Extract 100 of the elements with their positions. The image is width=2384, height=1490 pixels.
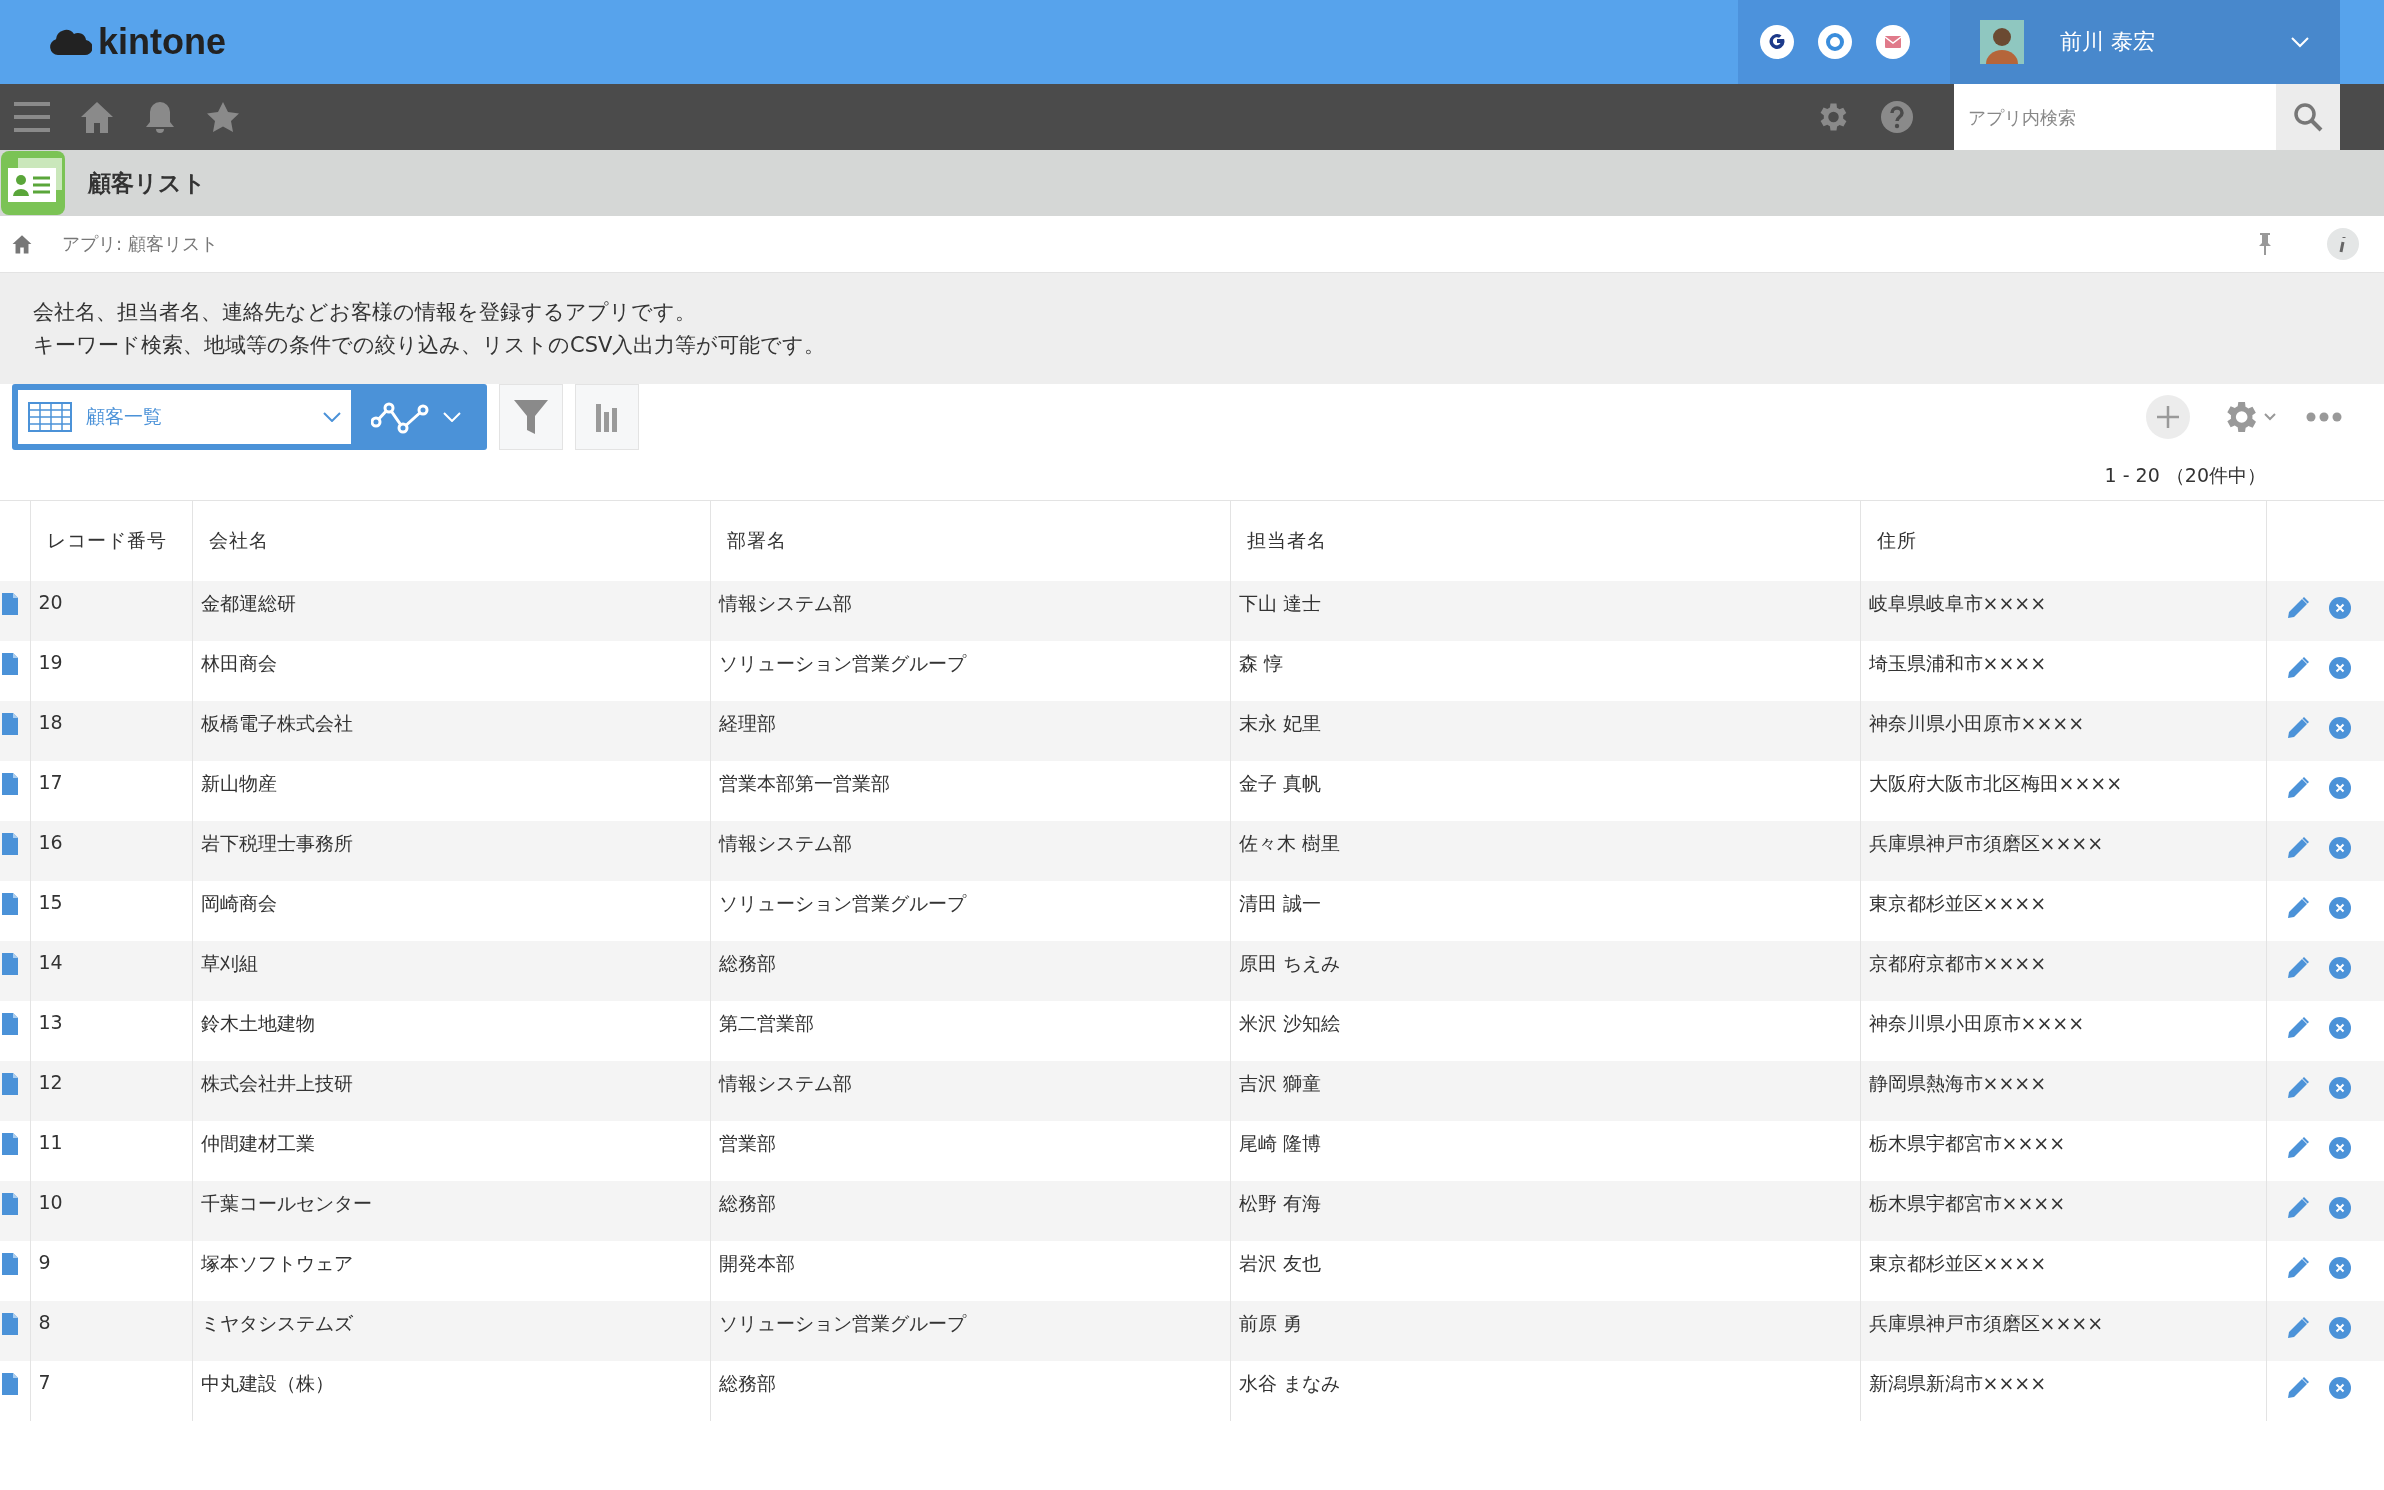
edit-button[interactable] <box>2286 717 2309 739</box>
edit-button[interactable] <box>2286 1077 2309 1099</box>
edit-button[interactable] <box>2286 657 2309 679</box>
pencil-icon <box>2286 717 2309 739</box>
column-header[interactable]: 会社名 <box>208 529 269 551</box>
edit-button[interactable] <box>2286 837 2309 859</box>
document-icon[interactable] <box>2 893 18 915</box>
bell-icon[interactable] <box>144 100 176 134</box>
delete-button[interactable] <box>2328 837 2351 859</box>
delete-button[interactable] <box>2328 1197 2351 1219</box>
pencil-icon <box>2286 1317 2309 1339</box>
document-icon[interactable] <box>2 653 18 675</box>
edit-button[interactable] <box>2286 777 2309 799</box>
document-icon[interactable] <box>2 1133 18 1155</box>
edit-button[interactable] <box>2286 897 2309 919</box>
user-menu[interactable]: 前川 泰宏 <box>1950 0 2340 84</box>
column-header[interactable]: 担当者名 <box>1246 529 1327 551</box>
delete-button[interactable] <box>2328 1317 2351 1339</box>
table-cell: ソリューション営業グループ <box>718 652 966 674</box>
close-icon <box>2328 1257 2351 1279</box>
column-header[interactable]: 部署名 <box>726 529 787 551</box>
edit-button[interactable] <box>2286 1257 2309 1279</box>
breadcrumb-link[interactable]: アプリ: 顧客リスト <box>62 232 2258 256</box>
info-icon[interactable] <box>2326 227 2360 261</box>
document-icon[interactable] <box>2 953 18 975</box>
delete-button[interactable] <box>2328 1077 2351 1099</box>
table-cell: 末永 妃里 <box>1238 712 1321 734</box>
document-icon[interactable] <box>2 713 18 735</box>
star-icon[interactable] <box>206 101 240 133</box>
close-icon <box>2328 717 2351 739</box>
delete-button[interactable] <box>2328 1377 2351 1399</box>
pencil-icon <box>2286 837 2309 859</box>
delete-button[interactable] <box>2328 1137 2351 1159</box>
edit-button[interactable] <box>2286 1377 2309 1399</box>
table-cell: 営業本部第一営業部 <box>718 772 890 794</box>
home-icon[interactable] <box>80 101 114 133</box>
table-cell: 情報システム部 <box>718 832 852 854</box>
document-icon[interactable] <box>2 1313 18 1335</box>
home-icon[interactable] <box>12 234 32 254</box>
table-cell: 第二営業部 <box>718 1012 814 1034</box>
table-cell: 米沢 沙知絵 <box>1238 1012 1340 1034</box>
table-cell: 吉沢 獅童 <box>1238 1072 1321 1094</box>
table-cell: 16 <box>38 831 63 853</box>
delete-button[interactable] <box>2328 897 2351 919</box>
edit-button[interactable] <box>2286 597 2309 619</box>
document-icon[interactable] <box>2 593 18 615</box>
filter-button[interactable] <box>499 384 563 450</box>
delete-button[interactable] <box>2328 657 2351 679</box>
table-icon <box>28 402 72 432</box>
close-icon <box>2328 1137 2351 1159</box>
document-icon[interactable] <box>2 773 18 795</box>
document-icon[interactable] <box>2 1253 18 1275</box>
document-icon[interactable] <box>2 833 18 855</box>
table-cell: 清田 誠一 <box>1238 892 1321 914</box>
g-icon[interactable] <box>1760 25 1794 59</box>
table-cell: 営業部 <box>718 1132 776 1154</box>
edit-button[interactable] <box>2286 957 2309 979</box>
search-field[interactable]: アプリ内検索 <box>1954 84 2276 150</box>
help-icon[interactable] <box>1880 100 1914 134</box>
document-icon[interactable] <box>2 1373 18 1395</box>
document-icon[interactable] <box>2 1013 18 1035</box>
mail-icon[interactable] <box>1876 25 1910 59</box>
close-icon <box>2328 1317 2351 1339</box>
search-button[interactable] <box>2276 84 2340 150</box>
table-cell: 8 <box>38 1311 51 1333</box>
edit-button[interactable] <box>2286 1317 2309 1339</box>
document-icon[interactable] <box>2 1193 18 1215</box>
table-cell: 20 <box>38 591 63 613</box>
delete-button[interactable] <box>2328 1017 2351 1039</box>
add-button[interactable] <box>2146 395 2190 439</box>
table-cell: 大阪府大阪市北区梅田×××× <box>1868 772 2123 794</box>
delete-button[interactable] <box>2328 597 2351 619</box>
more-button[interactable] <box>2306 412 2342 422</box>
menu-icon[interactable] <box>14 101 50 133</box>
table-cell: 前原 勇 <box>1238 1312 1302 1334</box>
pencil-icon <box>2286 957 2309 979</box>
close-icon <box>2328 957 2351 979</box>
table-cell: 情報システム部 <box>718 1072 852 1094</box>
edit-button[interactable] <box>2286 1137 2309 1159</box>
ring-icon[interactable] <box>1818 25 1852 59</box>
edit-button[interactable] <box>2286 1017 2309 1039</box>
edit-button[interactable] <box>2286 1197 2309 1219</box>
chart-button[interactable] <box>575 384 639 450</box>
close-icon <box>2328 597 2351 619</box>
document-icon[interactable] <box>2 1073 18 1095</box>
delete-button[interactable] <box>2328 1257 2351 1279</box>
delete-button[interactable] <box>2328 957 2351 979</box>
chevron-down-icon[interactable] <box>2290 36 2310 48</box>
table-cell: 18 <box>38 711 63 733</box>
table-cell: 岩沢 友也 <box>1238 1252 1321 1274</box>
table-cell: 仲間建材工業 <box>200 1132 315 1154</box>
chevron-down-icon <box>2264 413 2276 421</box>
table-cell: 総務部 <box>718 1192 776 1214</box>
column-header[interactable]: レコード番号 <box>46 529 167 551</box>
pin-icon[interactable] <box>2258 232 2272 256</box>
delete-button[interactable] <box>2328 717 2351 739</box>
table-cell: 神奈川県小田原市×××× <box>1868 712 2085 734</box>
table-cell: 7 <box>38 1371 51 1393</box>
delete-button[interactable] <box>2328 777 2351 799</box>
column-header[interactable]: 住所 <box>1876 529 1917 551</box>
